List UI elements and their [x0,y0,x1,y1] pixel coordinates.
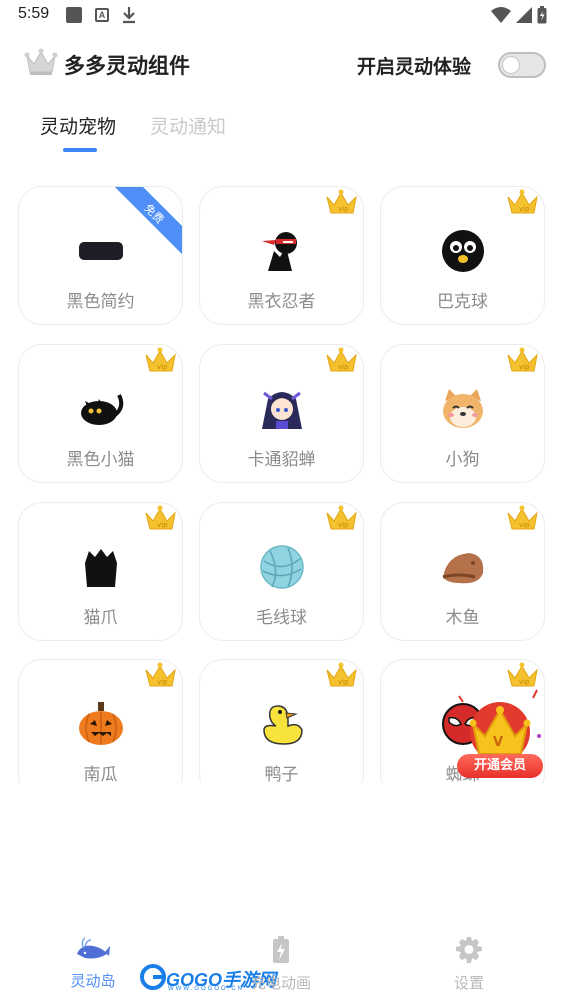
status-time: 5:59 [18,5,50,22]
vip-crown-icon: vip [145,347,176,372]
battery-icon [273,936,289,963]
pet-label: 小狗 [445,450,480,470]
pet-card-buck-ball[interactable]: vip 巴克球 [380,186,545,325]
free-badge-label: 免费 [141,201,167,227]
nav-settings[interactable]: 设置 [424,936,514,993]
pet-card-wooden-fish[interactable]: vip 木鱼 [380,502,545,641]
pet-card-black-simple[interactable]: 免费 黑色简约 [18,186,183,325]
svg-text:vip: vip [157,678,168,686]
crown-logo-icon [24,48,58,75]
app-title: 多多灵动组件 [64,54,190,78]
nav-label: 灵动岛 [70,972,116,990]
tab-bar: 灵动宠物 灵动通知 [0,108,563,158]
pet-label: 南瓜 [83,765,118,783]
duck-icon [263,705,303,745]
pet-label: 黑色小猫 [66,450,135,470]
svg-text:vip: vip [519,363,530,371]
vip-crown-icon: vip [507,347,538,372]
black-ball-icon [442,230,484,272]
gear-icon [456,937,482,963]
pet-label: 黑衣忍者 [247,292,316,312]
status-bar: 5:59 A [0,0,563,30]
wooden-fish-icon [442,553,484,584]
pet-label: 毛线球 [256,608,307,628]
vip-big-crown-icon: V [458,689,541,762]
svg-text:vip: vip [338,521,349,529]
vip-crown-icon: vip [326,505,357,530]
vip-membership-float[interactable]: V 开通会员 [457,688,543,782]
vip-crown-icon: vip [507,189,538,214]
pet-label: 巴克球 [437,292,488,312]
pet-card-cat-paw[interactable]: vip 猫爪 [18,502,183,641]
svg-text:vip: vip [338,205,349,213]
vip-crown-icon: vip [326,347,357,372]
whale-icon [77,937,110,959]
svg-text:V: V [493,735,503,750]
nav-label: 设置 [453,974,484,992]
pet-card-pumpkin[interactable]: vip 南瓜 [18,659,183,783]
vip-float-label: 开通会员 [457,754,543,778]
vip-crown-icon: vip [145,505,176,530]
vip-crown-icon: vip [507,662,538,687]
pet-card-cartoon-diaochan[interactable]: vip 卡通貂蝉 [199,344,364,483]
tab-dynamic-notifications[interactable]: 灵动通知 [150,112,226,139]
cat-paw-icon [85,549,117,587]
pet-label: 猫爪 [83,608,118,628]
app-notification-icon: A [95,8,109,22]
svg-text:vip: vip [519,205,530,213]
toggle-knob [502,56,520,74]
pet-label: 黑色简约 [66,292,135,312]
download-icon [123,7,135,24]
battery-status-icon [537,6,547,24]
pet-card-puppy[interactable]: vip 小狗 [380,344,545,483]
tab-dynamic-pets[interactable]: 灵动宠物 [40,112,116,139]
notification-icon [66,7,82,23]
dynamic-experience-toggle[interactable] [498,52,546,78]
svg-text:vip: vip [519,678,530,686]
vip-crown-icon: vip [326,662,357,687]
vip-crown-icon: vip [507,505,538,530]
vip-crown-icon: vip [326,189,357,214]
pet-label: 木鱼 [445,608,480,628]
pumpkin-icon [79,702,123,745]
pet-label: 鸭子 [264,765,299,783]
cartoon-girl-icon [262,391,302,429]
bottom-navigation: 灵动岛 充电动画 设置 [0,936,563,1000]
pet-label: 卡通貂蝉 [247,450,316,470]
pet-card-black-cat[interactable]: vip 黑色小猫 [18,344,183,483]
toggle-label: 开启灵动体验 [357,56,472,78]
vip-crown-icon: vip [145,662,176,687]
svg-text:vip: vip [157,521,168,529]
pet-card-yarn-ball[interactable]: vip 毛线球 [199,502,364,641]
active-tab-indicator [63,148,97,152]
ninja-icon [262,232,297,271]
pet-card-ninja[interactable]: vip 黑衣忍者 [199,186,364,325]
svg-text:vip: vip [338,363,349,371]
pet-card-duck[interactable]: vip 鸭子 [199,659,364,783]
shiba-dog-icon [443,389,483,428]
svg-text:vip: vip [519,521,530,529]
nav-dynamic-island[interactable]: 灵动岛 [48,936,138,991]
app-header: 多多灵动组件 开启灵动体验 [0,42,563,86]
black-cat-icon [81,394,124,425]
svg-text:vip: vip [338,678,349,686]
yarn-ball-icon [260,545,304,589]
nav-charging-animation[interactable]: 充电动画 [236,936,326,993]
svg-text:vip: vip [157,363,168,371]
wifi-icon [491,7,511,23]
nav-label: 充电动画 [250,974,311,992]
black-pill-icon [79,242,123,260]
signal-icon [516,7,532,23]
